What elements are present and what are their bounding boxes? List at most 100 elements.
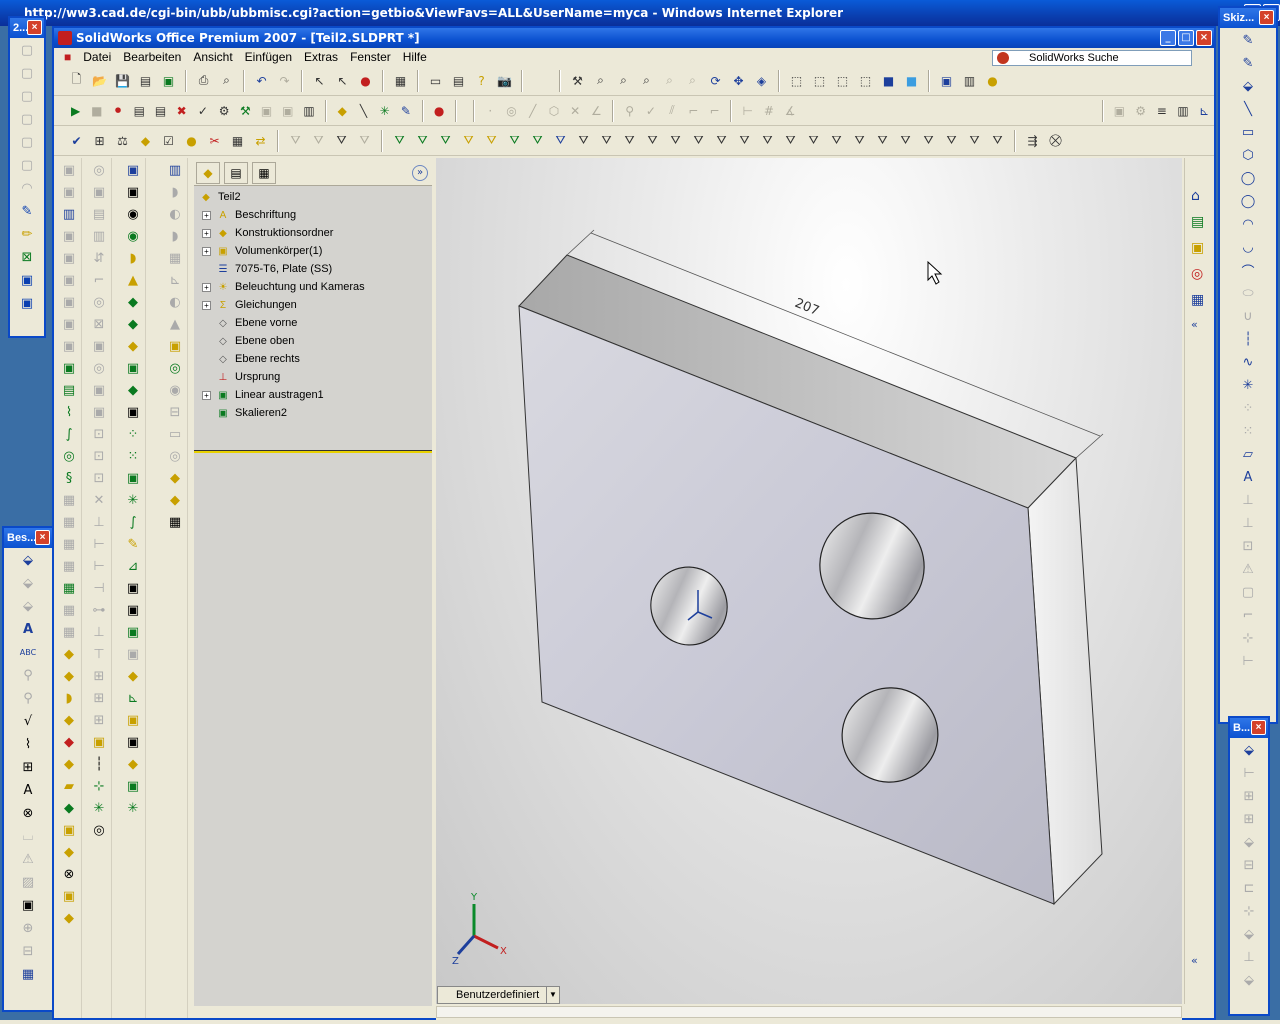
- wireframe-icon[interactable]: ⬚: [786, 70, 807, 91]
- point-icon[interactable]: ·: [481, 100, 500, 121]
- filter-plane-icon[interactable]: ⛛: [527, 130, 548, 151]
- offset-icon[interactable]: ⊡: [1237, 535, 1259, 557]
- tool-icon[interactable]: ▣: [58, 160, 80, 180]
- arc-icon[interactable]: ◠: [1237, 213, 1259, 235]
- select-other-icon[interactable]: ↖: [332, 70, 353, 91]
- grid-icon[interactable]: #: [759, 100, 778, 121]
- filter-weld-icon[interactable]: ⛛: [665, 130, 686, 151]
- tool-icon[interactable]: ⚒: [236, 100, 255, 121]
- sketch-icon[interactable]: ✎: [16, 200, 38, 222]
- mirror-icon[interactable]: ⊢: [1237, 650, 1259, 672]
- tool-icon[interactable]: ┆: [88, 754, 110, 774]
- filter-body-icon[interactable]: ⛛: [481, 130, 502, 151]
- wand-icon[interactable]: ⚒: [567, 70, 588, 91]
- filter-icon[interactable]: ⛛: [780, 130, 801, 151]
- tool-icon[interactable]: ⊡: [88, 468, 110, 488]
- tree-node[interactable]: + ◆ Konstruktionsordner: [202, 224, 333, 242]
- camera-icon[interactable]: 📷: [494, 70, 515, 91]
- horizontal-scrollbar[interactable]: [436, 1004, 1182, 1020]
- tool-icon[interactable]: ◆: [58, 710, 80, 730]
- sketch-icon[interactable]: ✎: [1237, 29, 1259, 51]
- open-icon[interactable]: 📂: [89, 70, 110, 91]
- datum-icon[interactable]: A: [17, 779, 39, 801]
- box-icon[interactable]: ▢: [16, 154, 38, 176]
- filter-icon[interactable]: ⛛: [734, 130, 755, 151]
- stop-icon[interactable]: ■: [87, 100, 106, 121]
- tool-icon[interactable]: ◗: [122, 248, 144, 268]
- rollback-bar[interactable]: [194, 450, 432, 453]
- tool-icon[interactable]: ◉: [122, 226, 144, 246]
- tool-icon[interactable]: ▣: [122, 644, 144, 664]
- centerline-icon[interactable]: ┆: [1237, 328, 1259, 350]
- tool-icon[interactable]: ⊡: [88, 446, 110, 466]
- tool-icon[interactable]: ▦: [164, 512, 186, 532]
- tool-icon[interactable]: ◆: [122, 314, 144, 334]
- filter-icon[interactable]: ⛛: [331, 130, 352, 151]
- hidden-lines-removed-icon[interactable]: ⬚: [832, 70, 853, 91]
- tool-icon[interactable]: ⊾: [122, 688, 144, 708]
- tool-icon[interactable]: ∫: [122, 512, 144, 532]
- tool-icon[interactable]: ▦: [58, 578, 80, 598]
- box-icon[interactable]: ▢: [16, 85, 38, 107]
- datum-target-icon[interactable]: ⊗: [17, 802, 39, 824]
- tool-icon[interactable]: ⚖: [112, 130, 133, 151]
- dimension-icon[interactable]: ⬙: [1238, 739, 1260, 761]
- parabola-icon[interactable]: ∪: [1237, 305, 1259, 327]
- undo-icon[interactable]: ↶: [251, 70, 272, 91]
- box-icon[interactable]: ▢: [16, 131, 38, 153]
- chevron-down-icon[interactable]: ▼: [546, 986, 560, 1004]
- line-icon[interactable]: ╲: [1237, 98, 1259, 120]
- tool-icon[interactable]: ✳: [88, 798, 110, 818]
- tool-icon[interactable]: ◉: [164, 380, 186, 400]
- tool-icon[interactable]: ▥: [299, 100, 318, 121]
- search-results-icon[interactable]: ◎: [1191, 266, 1203, 282]
- tree-node[interactable]: + ▣ Linear austragen1: [202, 386, 324, 404]
- options-icon[interactable]: ▤: [448, 70, 469, 91]
- new-icon[interactable]: 🗋: [66, 70, 87, 91]
- filter-edge-icon[interactable]: ⛛: [412, 130, 433, 151]
- trim-icon[interactable]: ▢: [1237, 581, 1259, 603]
- tool-icon[interactable]: ✎: [122, 534, 144, 554]
- tool-icon[interactable]: ◎: [58, 446, 80, 466]
- dimension-icon[interactable]: ⬙: [17, 572, 39, 594]
- fillet-icon[interactable]: ⊥: [1237, 489, 1259, 511]
- pattern-icon[interactable]: ⁙: [1237, 420, 1259, 442]
- tool-icon[interactable]: ⊣: [88, 578, 110, 598]
- search-box[interactable]: SolidWorks Suche: [992, 50, 1192, 66]
- spline-icon[interactable]: ∿: [1237, 351, 1259, 373]
- tool-icon[interactable]: ◆: [58, 842, 80, 862]
- configuration-manager-tab[interactable]: ▦: [252, 162, 276, 184]
- palette-right-bottom[interactable]: B... × ⬙ ⊢ ⊞ ⊞ ⬙ ⊟ ⊏ ⊹ ⬙ ⊥ ⬙: [1228, 716, 1270, 1016]
- filter-gtol-icon[interactable]: ⛛: [619, 130, 640, 151]
- rebuild-icon[interactable]: ▣: [158, 70, 179, 91]
- filter-icon[interactable]: ⛛: [757, 130, 778, 151]
- circle-perimeter-icon[interactable]: ◯: [1237, 190, 1259, 212]
- menu-einfuegen[interactable]: Einfügen: [239, 50, 298, 64]
- tool-icon[interactable]: ▣: [278, 100, 297, 121]
- tool-icon[interactable]: ⊶: [88, 600, 110, 620]
- tool-icon[interactable]: ◐: [164, 204, 186, 224]
- menu-extras[interactable]: Extras: [298, 50, 344, 64]
- part-model[interactable]: 207 Y X Z: [436, 158, 1182, 1004]
- tool-icon[interactable]: ▣: [122, 578, 144, 598]
- tool-icon[interactable]: ◎: [164, 358, 186, 378]
- tree-node[interactable]: + ☀ Beleuchtung und Kameras: [202, 278, 365, 296]
- extend-icon[interactable]: ⌐: [1237, 604, 1259, 626]
- tool-icon[interactable]: ▣: [58, 226, 80, 246]
- pan-icon[interactable]: ✥: [728, 70, 749, 91]
- balloon-icon[interactable]: ⚲: [17, 664, 39, 686]
- sketch-edit-icon[interactable]: ✎: [396, 100, 415, 121]
- scroll-track[interactable]: [436, 1006, 1182, 1018]
- edit-macro-icon[interactable]: ▤: [151, 100, 170, 121]
- close-icon[interactable]: ×: [1259, 10, 1274, 25]
- tool-icon[interactable]: ▲: [122, 270, 144, 290]
- sketch3d-icon[interactable]: ✎: [1237, 52, 1259, 74]
- tool-icon[interactable]: ▥: [164, 160, 186, 180]
- expand-icon[interactable]: »: [412, 165, 428, 181]
- expand-toggle[interactable]: +: [202, 246, 211, 256]
- save-all-icon[interactable]: ▤: [135, 70, 156, 91]
- tool-icon[interactable]: ⌐: [88, 270, 110, 290]
- angle-icon[interactable]: ∡: [781, 100, 800, 121]
- tangent-arc-icon[interactable]: ◡: [1237, 236, 1259, 258]
- tool-icon[interactable]: ▣: [122, 622, 144, 642]
